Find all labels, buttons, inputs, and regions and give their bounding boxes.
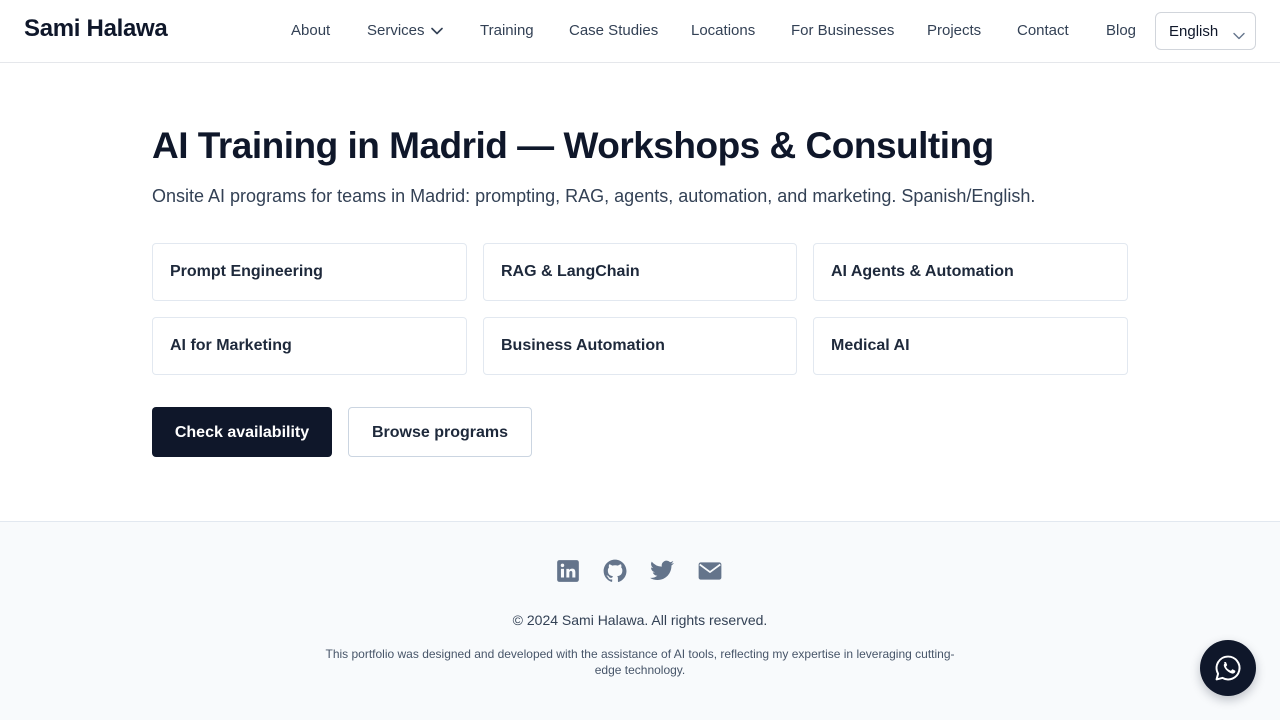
nav-projects[interactable]: Projects — [927, 22, 981, 39]
ai-disclaimer-text: This portfolio was designed and develope… — [325, 647, 955, 677]
twitter-icon[interactable] — [649, 558, 675, 584]
topic-card-prompt-engineering[interactable]: Prompt Engineering — [152, 243, 467, 301]
nav-blog[interactable]: Blog — [1106, 22, 1136, 39]
topic-card-business-automation[interactable]: Business Automation — [483, 317, 797, 375]
nav-contact[interactable]: Contact — [1017, 22, 1069, 39]
email-icon[interactable] — [697, 558, 723, 584]
site-footer: © 2024 Sami Halawa. All rights reserved.… — [0, 521, 1280, 720]
nav-case-studies[interactable]: Case Studies — [569, 22, 658, 39]
github-icon[interactable] — [602, 558, 628, 584]
page-subtitle: Onsite AI programs for teams in Madrid: … — [152, 186, 1036, 206]
topic-card-ai-marketing[interactable]: AI for Marketing — [152, 317, 467, 375]
main-nav: About Services Training Case Studies Loc… — [0, 0, 1280, 62]
chevron-down-icon — [430, 22, 443, 39]
nav-training[interactable]: Training — [480, 22, 534, 39]
nav-locations[interactable]: Locations — [691, 22, 755, 39]
check-availability-button[interactable]: Check availability — [152, 407, 332, 457]
language-select[interactable]: English — [1155, 12, 1256, 50]
whatsapp-button[interactable] — [1200, 640, 1256, 696]
topic-card-ai-agents[interactable]: AI Agents & Automation — [813, 243, 1128, 301]
chevron-down-icon — [1233, 27, 1245, 44]
site-header: Sami Halawa About Services Training Case… — [0, 0, 1280, 63]
topic-card-medical-ai[interactable]: Medical AI — [813, 317, 1128, 375]
page-title: AI Training in Madrid — Workshops & Cons… — [152, 125, 994, 166]
linkedin-icon[interactable] — [555, 558, 581, 584]
browse-programs-button[interactable]: Browse programs — [348, 407, 532, 457]
topic-card-rag-langchain[interactable]: RAG & LangChain — [483, 243, 797, 301]
nav-services[interactable]: Services — [367, 22, 443, 39]
nav-about[interactable]: About — [291, 22, 330, 39]
nav-for-businesses[interactable]: For Businesses — [791, 22, 894, 39]
language-selected: English — [1169, 23, 1219, 40]
copyright-text: © 2024 Sami Halawa. All rights reserved. — [512, 612, 768, 628]
nav-services-label: Services — [367, 22, 425, 39]
whatsapp-icon — [1215, 655, 1241, 681]
